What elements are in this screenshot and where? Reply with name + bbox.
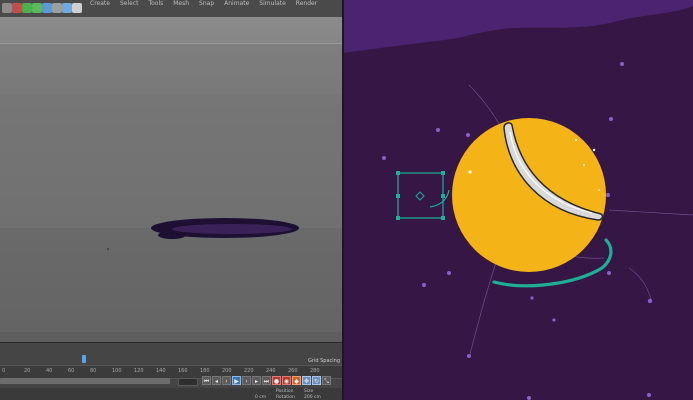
key-rotation-button[interactable]: ↻ bbox=[312, 376, 321, 385]
bezier-handle[interactable] bbox=[436, 128, 440, 132]
selection-box[interactable] bbox=[397, 172, 444, 219]
key-position-button[interactable]: ✥ bbox=[302, 376, 311, 385]
selection-handle[interactable] bbox=[441, 194, 445, 198]
selection-handle[interactable] bbox=[441, 171, 445, 175]
ring-object[interactable] bbox=[0, 0, 342, 342]
attr-label-rotation: Rotation bbox=[276, 395, 295, 400]
prev-key-button[interactable]: ◂ bbox=[212, 376, 221, 385]
anchor-point-icon[interactable] bbox=[415, 191, 425, 201]
tick-label: 80 bbox=[90, 368, 97, 374]
tick-label: 160 bbox=[178, 368, 188, 374]
planet-speckle bbox=[468, 170, 472, 174]
sky-band bbox=[344, 0, 693, 53]
tick-label: 220 bbox=[244, 368, 254, 374]
transport-controls: ⏮ ◂ ‹ ▶ › ▸ ⏭ ● ◉ ◆ ✥ ↻ ⤡ bbox=[202, 376, 331, 385]
selection-handle[interactable] bbox=[396, 194, 400, 198]
playhead-marker[interactable] bbox=[82, 355, 86, 363]
selection-handle[interactable] bbox=[396, 171, 400, 175]
next-key-button[interactable]: ▸ bbox=[252, 376, 261, 385]
bezier-handle[interactable] bbox=[552, 318, 556, 322]
tick-label: 180 bbox=[200, 368, 210, 374]
render-view-pane bbox=[344, 0, 693, 400]
tick-label: 120 bbox=[134, 368, 144, 374]
planet-speckle bbox=[592, 148, 596, 152]
next-frame-button[interactable]: › bbox=[242, 376, 251, 385]
motion-path bbox=[608, 209, 693, 216]
bezier-handle[interactable] bbox=[607, 271, 611, 275]
tick-label: 20 bbox=[24, 368, 31, 374]
bezier-handle[interactable] bbox=[647, 298, 653, 304]
tick-label: 0 bbox=[2, 368, 6, 374]
coordinates-panel: Position Size Rotation 0 cm 200 cm bbox=[0, 388, 342, 400]
bezier-handle[interactable] bbox=[527, 396, 531, 400]
attr-value-position[interactable]: 0 cm bbox=[255, 395, 266, 400]
bezier-handle[interactable] bbox=[447, 271, 451, 275]
selection-tangent bbox=[429, 189, 450, 208]
bezier-handle[interactable] bbox=[606, 193, 610, 197]
timeline[interactable]: Grid Spacing 0 20 40 60 80 100 120 140 1… bbox=[0, 342, 342, 400]
bezier-handle[interactable] bbox=[620, 62, 624, 66]
timeline-label: Grid Spacing bbox=[308, 358, 340, 364]
origin-marker bbox=[107, 248, 109, 250]
planet bbox=[452, 118, 606, 272]
attr-label-position: Position bbox=[276, 389, 294, 394]
attr-label-size: Size bbox=[304, 389, 314, 394]
tick-label: 280 bbox=[310, 368, 320, 374]
selection-handle[interactable] bbox=[396, 216, 400, 220]
planet-speckle bbox=[598, 189, 600, 191]
ring-inner-shape bbox=[172, 224, 292, 234]
bezier-handle[interactable] bbox=[382, 156, 386, 160]
ring-lower-lip bbox=[158, 231, 186, 239]
autokey-button[interactable]: ◉ bbox=[282, 376, 291, 385]
tick-label: 60 bbox=[68, 368, 75, 374]
bezier-handle[interactable] bbox=[466, 133, 470, 137]
timeline-scrub-bar[interactable] bbox=[0, 378, 170, 384]
bezier-handle[interactable] bbox=[467, 354, 471, 358]
tick-label: 240 bbox=[266, 368, 276, 374]
go-to-end-button[interactable]: ⏭ bbox=[262, 376, 271, 385]
bezier-handle[interactable] bbox=[530, 296, 534, 300]
planet-speckle bbox=[575, 139, 577, 141]
motion-path bbox=[628, 267, 653, 303]
tick-label: 140 bbox=[156, 368, 166, 374]
play-button[interactable]: ▶ bbox=[232, 376, 241, 385]
key-scale-button[interactable]: ⤡ bbox=[322, 376, 331, 385]
tick-label: 100 bbox=[112, 368, 122, 374]
bezier-handle[interactable] bbox=[422, 283, 426, 287]
viewport-pane[interactable]: Create Select Tools Mesh Snap Animate Si… bbox=[0, 0, 342, 400]
record-key-button[interactable]: ● bbox=[272, 376, 281, 385]
planet-speckle bbox=[583, 164, 585, 166]
bezier-handle[interactable] bbox=[647, 393, 651, 397]
prev-frame-button[interactable]: ‹ bbox=[222, 376, 231, 385]
current-frame-field[interactable] bbox=[178, 378, 198, 386]
go-to-start-button[interactable]: ⏮ bbox=[202, 376, 211, 385]
attr-value-size[interactable]: 200 cm bbox=[304, 395, 321, 400]
bezier-handle[interactable] bbox=[609, 117, 613, 121]
tick-label: 260 bbox=[288, 368, 298, 374]
key-selection-button[interactable]: ◆ bbox=[292, 376, 301, 385]
selection-handle[interactable] bbox=[441, 216, 445, 220]
render-canvas bbox=[344, 0, 693, 400]
tick-label: 200 bbox=[222, 368, 232, 374]
tick-label: 40 bbox=[46, 368, 53, 374]
